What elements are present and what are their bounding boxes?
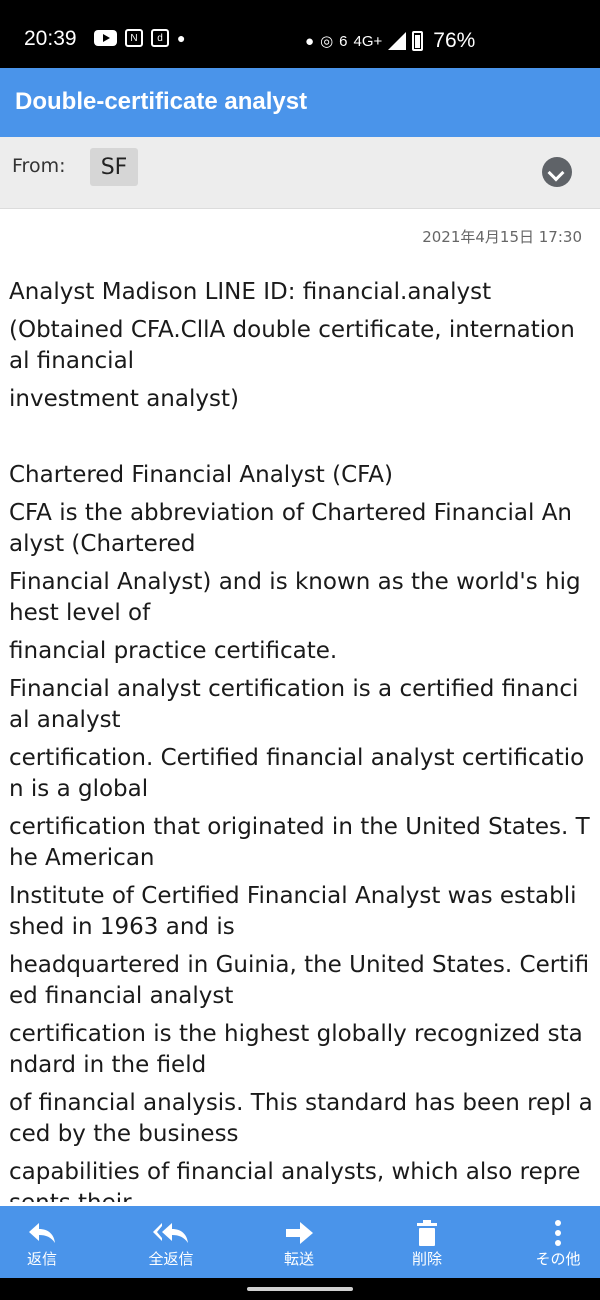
forward-button[interactable]: 転送 [259,1206,339,1278]
reply-button[interactable]: 返信 [2,1206,82,1278]
battery-percent: 76% [433,29,476,52]
delete-icon [387,1217,467,1249]
body-line: Chartered Financial Analyst (CFA) [9,462,393,488]
more-button[interactable]: その他 [518,1206,598,1278]
sender-row: From: SF [0,137,600,209]
forward-label: 転送 [283,1250,314,1268]
battery-icon [412,31,424,51]
app-header: Double-certificate analyst [0,68,600,137]
more-label: その他 [535,1250,581,1268]
delete-label: 削除 [411,1250,442,1268]
body-line: Financial Analyst) and is known as the w… [9,569,581,626]
reply-label: 返信 [26,1250,57,1268]
body-line: certification that originated in the Uni… [9,814,590,871]
expand-details-icon[interactable] [542,157,572,187]
body-line: Analyst Madison LINE ID: financial.analy… [9,279,492,305]
dot-icon: ● [177,30,186,46]
body-line: headquartered in Guinia, the United Stat… [9,952,590,1009]
message-date: 2021年4月15日 17:30 [422,228,582,246]
more-icon [518,1217,598,1249]
body-line: capabilities of financial analysts, whic… [9,1159,581,1202]
youtube-icon [94,30,117,46]
reply-icon [2,1217,82,1249]
status-bar: 20:39 N d ● ● ◎ 6 4G+ 76% [0,0,600,68]
docomo-icon: d [151,29,169,47]
body-line: CFA is the abbreviation of Chartered Fin… [9,500,573,557]
reply-all-icon [131,1217,211,1249]
body-line: financial practice certificate. [9,638,338,664]
home-gesture-handle[interactable] [247,1287,353,1291]
forward-icon [259,1217,339,1249]
network-type: 4G+ [353,32,383,50]
signal-count: 6 [339,32,348,50]
body-line: Institute of Certified Financial Analyst… [9,883,577,940]
dot-icon: ● [305,32,315,50]
body-line: certification is the highest globally re… [9,1021,583,1078]
message-body: Analyst Madison LINE ID: financial.analy… [9,277,593,1202]
from-label: From: [12,155,66,177]
system-nav-bar [0,1278,600,1300]
system-icons: ● ◎ 6 4G+ 76% [305,29,475,53]
body-line: investment analyst) [9,386,239,412]
cell-signal-icon [388,32,407,50]
reply-all-label: 全返信 [148,1250,194,1268]
sender-chip[interactable]: SF [90,148,138,186]
message-subject: Double-certificate analyst [15,88,308,115]
reply-all-button[interactable]: 全返信 [131,1206,211,1278]
body-line: certification. Certified financial analy… [9,745,585,802]
delete-button[interactable]: 削除 [387,1206,467,1278]
body-line: (Obtained CFA.CllA double certificate, i… [9,317,575,374]
hotspot-icon: ◎ [320,33,334,50]
body-line: Financial analyst certification is a cer… [9,676,579,733]
action-bar: 返信 全返信 転送 削除 その他 [0,1206,600,1278]
status-time: 20:39 [24,27,77,50]
notification-icons: N d ● [94,29,185,47]
news-icon: N [125,29,143,47]
body-line: of financial analysis. This standard has… [9,1090,593,1147]
